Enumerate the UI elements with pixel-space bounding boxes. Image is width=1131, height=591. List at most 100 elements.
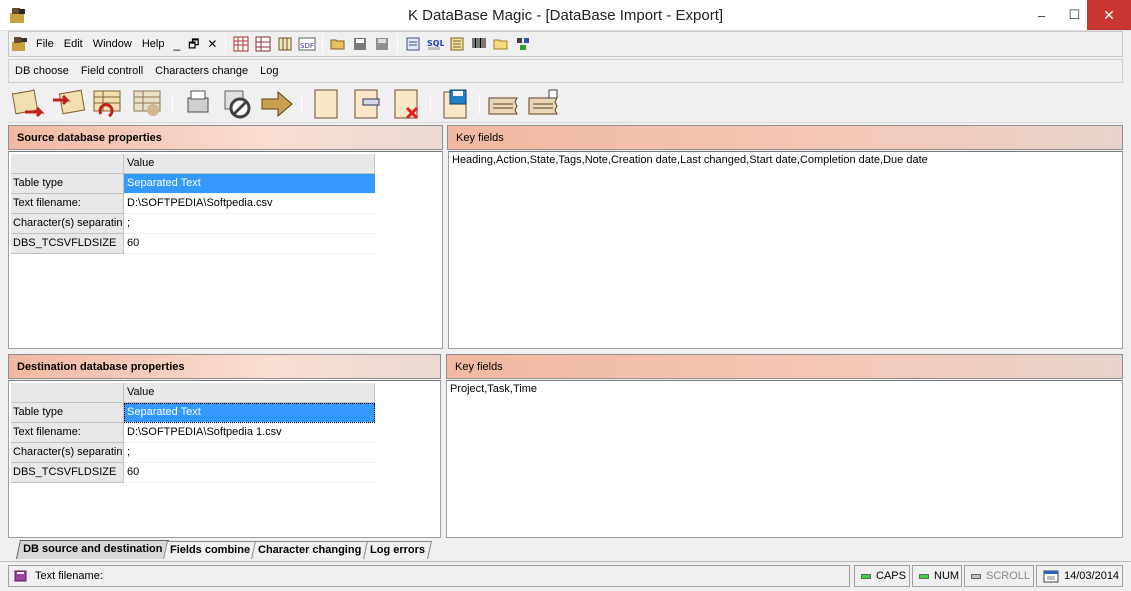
table-tools-icon[interactable]: [129, 86, 167, 122]
calendar-icon: [1043, 569, 1059, 583]
destination-key-fields-header: Key fields: [446, 354, 1123, 379]
property-key: Table type: [11, 174, 124, 194]
svg-text:SQL: SQL: [427, 39, 444, 48]
export-table-icon[interactable]: [49, 86, 87, 122]
tab-label: DB source and destination: [23, 543, 163, 555]
minimize-button[interactable]: –: [1025, 0, 1058, 30]
property-key: Text filename:: [11, 423, 124, 443]
num-label: NUM: [934, 570, 960, 582]
tab-fields-combine[interactable]: Fields combine: [163, 541, 258, 559]
table-row[interactable]: Text filename: D:\SOFTPEDIA\Softpedia.cs…: [11, 194, 375, 214]
window-title: K DataBase Magic - [DataBase Import - Ex…: [407, 7, 724, 24]
grid-corner: [11, 154, 124, 174]
mdi-minimize-button[interactable]: _: [169, 33, 184, 55]
grid-header-row: Value: [11, 383, 375, 403]
table-grid-icon[interactable]: [253, 34, 273, 54]
caps-indicator: CAPS: [854, 565, 910, 587]
property-key: DBS_TCSVFLDSIZE: [11, 463, 124, 483]
property-value[interactable]: Separated Text: [124, 174, 375, 194]
import-table-icon[interactable]: [9, 86, 47, 122]
menu-log[interactable]: Log: [254, 60, 284, 82]
new-document-icon[interactable]: [307, 86, 345, 122]
table-row[interactable]: DBS_TCSVFLDSIZE 60: [11, 234, 375, 254]
stop-icon[interactable]: [218, 86, 256, 122]
mdi-close-button[interactable]: ✕: [203, 33, 221, 55]
date-panel: 14/03/2014: [1036, 565, 1123, 587]
tab-label: Character changing: [258, 544, 362, 556]
title-bar: K DataBase Magic - [DataBase Import - Ex…: [0, 0, 1131, 31]
property-key: Character(s) separatin: [11, 443, 124, 463]
tab-character-changing[interactable]: Character changing: [251, 541, 369, 559]
save-document-icon[interactable]: [436, 86, 474, 122]
delete-document-icon[interactable]: [387, 86, 425, 122]
source-properties-grid: Value Table type Separated Text Text fil…: [8, 151, 443, 349]
run-arrow-icon[interactable]: [258, 86, 296, 122]
property-value[interactable]: ;: [124, 214, 375, 234]
print-setup-icon[interactable]: [178, 86, 216, 122]
tools-icon[interactable]: [513, 34, 533, 54]
num-indicator: NUM: [912, 565, 962, 587]
caps-label: CAPS: [876, 570, 906, 582]
source-key-fields-box[interactable]: Heading,Action,State,Tags,Note,Creation …: [448, 151, 1123, 349]
log-import-icon[interactable]: [525, 86, 563, 122]
property-value[interactable]: ;: [124, 443, 375, 463]
separator: [301, 93, 302, 114]
scroll-indicator: SCROLL: [964, 565, 1034, 587]
table-row[interactable]: Text filename: D:\SOFTPEDIA\Softpedia 1.…: [11, 423, 375, 443]
separator: [397, 34, 399, 54]
mdi-restore-button[interactable]: 🗗: [184, 33, 203, 55]
destination-key-fields-box[interactable]: Project,Task,Time: [446, 380, 1123, 538]
menu-window[interactable]: Window: [88, 33, 137, 55]
tab-strip: DB source and destination Fields combine…: [8, 539, 1123, 559]
tab-log-errors[interactable]: Log errors: [362, 541, 432, 559]
refresh-table-icon[interactable]: [89, 86, 127, 122]
save-icon[interactable]: [350, 34, 370, 54]
value-column-header: Value: [124, 154, 375, 174]
menu-file[interactable]: File: [31, 33, 59, 55]
list-icon[interactable]: [447, 34, 467, 54]
close-button[interactable]: ✕: [1087, 0, 1131, 30]
menu-db-choose[interactable]: DB choose: [9, 60, 75, 82]
caps-led-icon: [861, 573, 871, 579]
menu-edit[interactable]: Edit: [59, 33, 88, 55]
table-red-icon[interactable]: [231, 34, 251, 54]
main-toolbar: [8, 85, 1123, 123]
scroll-label: SCROLL: [986, 570, 1031, 582]
edit-document-icon[interactable]: [347, 86, 385, 122]
property-value[interactable]: D:\SOFTPEDIA\Softpedia.csv: [124, 194, 375, 214]
property-value[interactable]: 60: [124, 463, 375, 483]
menu-help[interactable]: Help: [137, 33, 170, 55]
sql-icon[interactable]: SQL: [425, 34, 445, 54]
log-export-icon[interactable]: [485, 86, 523, 122]
property-grid: Value Table type Separated Text Text fil…: [11, 154, 375, 254]
property-value[interactable]: Separated Text: [124, 403, 375, 423]
tab-db-source-destination[interactable]: DB source and destination: [15, 540, 170, 559]
save-as-icon[interactable]: [372, 34, 392, 54]
separator: [322, 34, 324, 54]
folder-icon[interactable]: [491, 34, 511, 54]
book-icon: [13, 569, 29, 583]
property-value[interactable]: 60: [124, 234, 375, 254]
destination-properties-header: Destination database properties: [8, 354, 441, 379]
barcode-icon[interactable]: [469, 34, 489, 54]
menu-field-controll[interactable]: Field controll: [75, 60, 149, 82]
menu-characters-change[interactable]: Characters change: [149, 60, 254, 82]
separator: [479, 93, 480, 114]
open-folder-icon[interactable]: [328, 34, 348, 54]
table-row[interactable]: Table type Separated Text: [11, 403, 375, 423]
separator: [225, 34, 227, 54]
sdf-icon[interactable]: SDF: [297, 34, 317, 54]
table-row[interactable]: Character(s) separatin ;: [11, 214, 375, 234]
app-menu-icon[interactable]: [10, 34, 30, 54]
properties-icon[interactable]: [403, 34, 423, 54]
property-key: Table type: [11, 403, 124, 423]
columns-icon[interactable]: [275, 34, 295, 54]
table-row[interactable]: DBS_TCSVFLDSIZE 60: [11, 463, 375, 483]
grid-header-row: Value: [11, 154, 375, 174]
module-menu-bar: DB choose Field controll Characters chan…: [8, 59, 1123, 83]
table-row[interactable]: Character(s) separatin ;: [11, 443, 375, 463]
table-row[interactable]: Table type Separated Text: [11, 174, 375, 194]
property-value[interactable]: D:\SOFTPEDIA\Softpedia 1.csv: [124, 423, 375, 443]
scroll-led-icon: [971, 573, 981, 579]
tab-label: Log errors: [369, 544, 425, 556]
